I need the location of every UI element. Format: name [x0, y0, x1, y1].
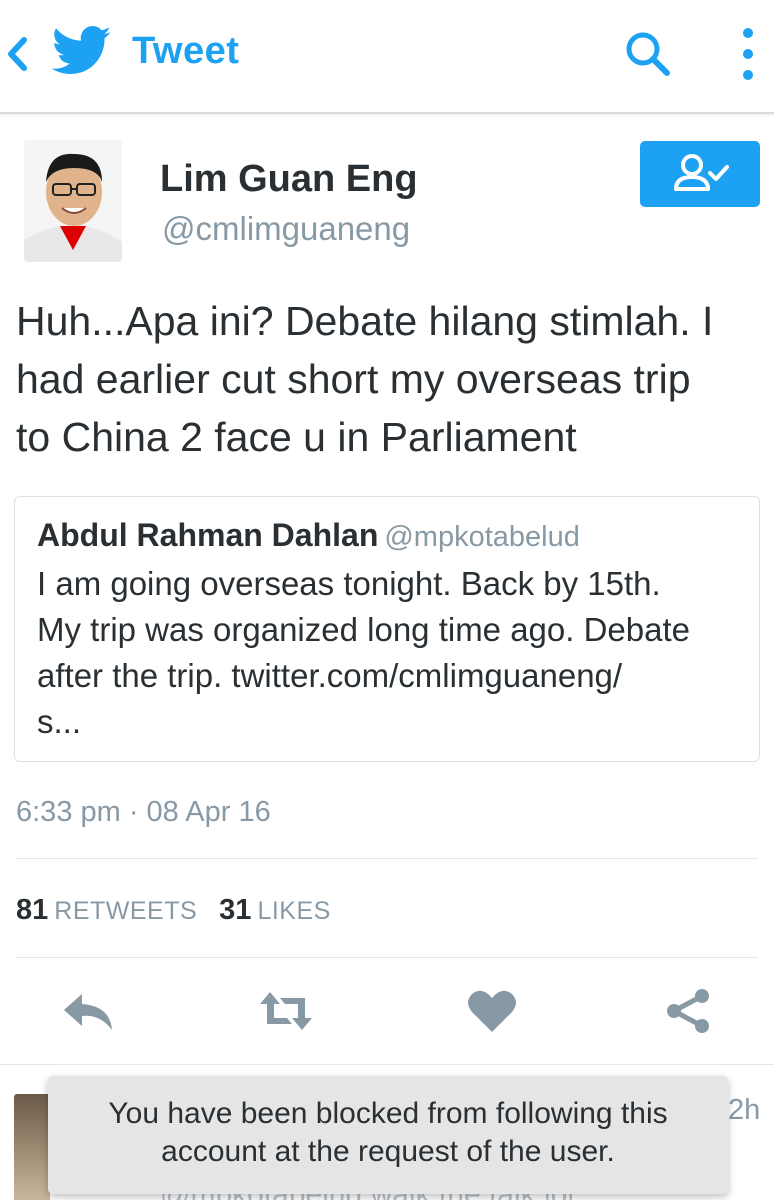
reply-author-avatar[interactable] [14, 1094, 50, 1200]
quoted-text-line: I am going overseas tonight. Back by 15t… [37, 565, 661, 602]
page-title: Tweet [132, 30, 240, 72]
top-app-bar: Tweet [0, 0, 774, 114]
search-icon[interactable] [622, 28, 674, 80]
blocked-toast: You have been blocked from following thi… [48, 1076, 728, 1194]
tweet-stats: 81 RETWEETS 31 LIKES [16, 894, 331, 927]
author-handle[interactable]: @cmlimguaneng [162, 210, 410, 248]
like-heart-icon[interactable] [464, 988, 520, 1034]
divider [16, 957, 758, 958]
tweet-text-line: had earlier cut short my overseas trip [16, 356, 691, 402]
tweet-text: Huh...Apa ini? Debate hilang stimlah. I … [16, 292, 766, 466]
divider [16, 858, 758, 859]
quoted-text-line: after the trip. twitter.com/cmlimguaneng… [37, 657, 623, 694]
retweet-icon[interactable] [258, 988, 314, 1034]
quoted-author-handle: @mpkotabelud [384, 521, 580, 553]
more-vertical-icon[interactable] [738, 26, 758, 82]
retweets-label: RETWEETS [54, 897, 198, 925]
reply-time: 2h [728, 1094, 761, 1126]
reply-icon[interactable] [60, 988, 116, 1034]
quoted-author-name: Abdul Rahman Dahlan [37, 517, 379, 553]
author-avatar[interactable] [24, 140, 122, 262]
likes-count: 31 [219, 894, 252, 926]
quoted-tweet-card[interactable]: Abdul Rahman Dahlan @mpkotabelud I am goi… [14, 496, 760, 762]
divider [0, 1064, 774, 1065]
quoted-text-line: s... [37, 703, 82, 740]
likes-stat[interactable]: 31 LIKES [219, 894, 331, 926]
twitter-bird-icon [52, 26, 111, 74]
quoted-tweet-text: I am going overseas tonight. Back by 15t… [37, 561, 749, 745]
tweet-text-line: Huh...Apa ini? Debate hilang stimlah. I [16, 298, 714, 344]
tweet-timestamp: 6:33 pm · 08 Apr 16 [16, 796, 271, 828]
author-name[interactable]: Lim Guan Eng [160, 158, 418, 201]
quoted-tweet-header: Abdul Rahman Dahlan @mpkotabelud [37, 517, 580, 554]
likes-label: LIKES [257, 897, 331, 925]
back-chevron-icon[interactable] [4, 34, 30, 74]
quoted-text-line: My trip was organized long time ago. Deb… [37, 611, 691, 648]
share-icon[interactable] [660, 988, 716, 1034]
avatar-photo [24, 140, 122, 262]
tweet-text-line: to China 2 face u in Parliament [16, 414, 577, 460]
toast-message: You have been blocked from following thi… [48, 1095, 728, 1171]
toast-line: You have been blocked from following thi… [108, 1097, 668, 1130]
user-check-icon [674, 154, 729, 191]
retweets-stat[interactable]: 81 RETWEETS [16, 894, 197, 926]
toast-line: account at the request of the user. [161, 1135, 615, 1168]
following-button[interactable] [640, 141, 760, 207]
retweets-count: 81 [16, 894, 49, 926]
